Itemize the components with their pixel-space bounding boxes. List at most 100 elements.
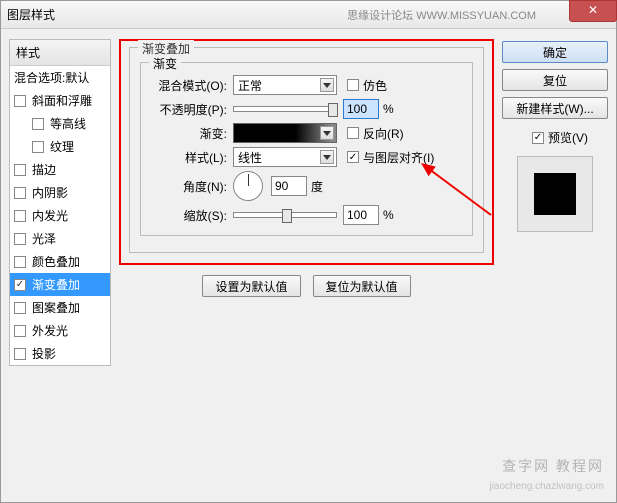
reset-default-button[interactable]: 复位为默认值 [313,275,411,297]
style-label: 图案叠加 [32,299,80,316]
style-item-patternoverlay[interactable]: 图案叠加 [10,296,110,319]
chevron-down-icon [320,126,334,140]
style-item-texture[interactable]: 纹理 [10,135,110,158]
style-value: 线性 [238,149,262,166]
opacity-row: 不透明度(P): 100 % [151,99,462,119]
percent-unit: % [383,208,394,222]
style-label: 投影 [32,345,56,362]
style-row: 样式(L): 线性 与图层对齐(I) [151,147,462,167]
styles-list: 样式 混合选项:默认 斜面和浮雕 等高线 纹理 描边 内阴影 内发光 光泽 颜色… [9,39,111,366]
blend-mode-row: 混合模式(O): 正常 仿色 [151,75,462,95]
styles-sidebar: 样式 混合选项:默认 斜面和浮雕 等高线 纹理 描边 内阴影 内发光 光泽 颜色… [9,39,111,494]
cancel-button[interactable]: 复位 [502,69,608,91]
make-default-button[interactable]: 设置为默认值 [202,275,300,297]
checkbox[interactable] [14,164,26,176]
style-label: 渐变叠加 [32,276,80,293]
checkbox[interactable] [14,95,26,107]
style-item-dropshadow[interactable]: 投影 [10,342,110,365]
blending-options-item[interactable]: 混合选项:默认 [10,66,110,89]
chevron-down-icon [320,78,334,92]
reverse-label: 反向(R) [363,125,404,142]
style-item-innerglow[interactable]: 内发光 [10,204,110,227]
blending-label: 混合选项:默认 [14,69,89,86]
checkbox[interactable] [14,302,26,314]
align-label: 与图层对齐(I) [363,149,434,166]
scale-row: 缩放(S): 100 % [151,205,462,225]
style-label: 样式(L): [151,149,227,166]
checkbox[interactable] [32,141,44,153]
default-buttons-row: 设置为默认值 复位为默认值 [119,275,494,297]
scale-input[interactable]: 100 [343,205,379,225]
style-item-gradientoverlay[interactable]: 渐变叠加 [10,273,110,296]
blend-mode-label: 混合模式(O): [151,77,227,94]
style-label: 等高线 [50,115,86,132]
dither-checkbox[interactable] [347,79,359,91]
style-label: 内发光 [32,207,68,224]
style-label: 斜面和浮雕 [32,92,92,109]
ok-button[interactable]: 确定 [502,41,608,63]
style-label: 内阴影 [32,184,68,201]
right-panel: 确定 复位 新建样式(W)... 预览(V) [502,39,608,494]
preview-label: 预览(V) [548,129,588,146]
titlebar: 图层样式 思缘设计论坛 WWW.MISSYUAN.COM ✕ [1,1,616,29]
preview-checkbox[interactable] [532,132,544,144]
style-item-bevel[interactable]: 斜面和浮雕 [10,89,110,112]
watermark-url: jiaocheng.chaziwang.com [489,481,604,492]
highlight-box: 渐变叠加 渐变 混合模式(O): 正常 仿色 [119,39,494,265]
preview-row: 预览(V) [502,129,608,146]
style-item-outerglow[interactable]: 外发光 [10,319,110,342]
style-label: 外发光 [32,322,68,339]
style-item-innershadow[interactable]: 内阴影 [10,181,110,204]
align-checkbox[interactable] [347,151,359,163]
angle-row: 角度(N): 90 度 [151,171,462,201]
style-label: 描边 [32,161,56,178]
watermark: 查字网 教程网 [502,456,604,476]
opacity-slider[interactable] [233,106,337,112]
gradient-group: 渐变 混合模式(O): 正常 仿色 不透明度(P): [140,62,473,236]
checkbox[interactable] [14,233,26,245]
gradient-overlay-group: 渐变叠加 渐变 混合模式(O): 正常 仿色 [129,47,484,253]
gradient-label: 渐变: [151,125,227,142]
checkbox[interactable] [14,325,26,337]
style-item-stroke[interactable]: 描边 [10,158,110,181]
percent-unit: % [383,102,394,116]
slider-thumb[interactable] [328,103,338,117]
angle-input[interactable]: 90 [271,176,307,196]
opacity-input[interactable]: 100 [343,99,379,119]
close-button[interactable]: ✕ [569,0,617,22]
blend-mode-select[interactable]: 正常 [233,75,337,95]
preview-box [517,156,593,232]
new-style-button[interactable]: 新建样式(W)... [502,97,608,119]
style-item-contour[interactable]: 等高线 [10,112,110,135]
styles-header: 样式 [10,40,110,66]
checkbox[interactable] [14,210,26,222]
checkbox[interactable] [14,279,26,291]
window-title: 图层样式 [7,6,55,23]
dialog-body: 样式 混合选项:默认 斜面和浮雕 等高线 纹理 描边 内阴影 内发光 光泽 颜色… [1,29,616,502]
gradient-swatch[interactable] [233,123,337,143]
scale-slider[interactable] [233,212,337,218]
close-icon: ✕ [588,3,598,17]
window-subtitle: 思缘设计论坛 WWW.MISSYUAN.COM [347,7,536,23]
blend-mode-value: 正常 [238,77,262,94]
style-label: 纹理 [50,138,74,155]
style-item-satin[interactable]: 光泽 [10,227,110,250]
checkbox[interactable] [14,348,26,360]
slider-thumb[interactable] [282,209,292,223]
main-panel: 渐变叠加 渐变 混合模式(O): 正常 仿色 [111,39,502,494]
checkbox[interactable] [14,187,26,199]
opacity-label: 不透明度(P): [151,101,227,118]
style-item-coloroverlay[interactable]: 颜色叠加 [10,250,110,273]
inner-title: 渐变 [149,55,181,72]
reverse-checkbox[interactable] [347,127,359,139]
angle-unit: 度 [311,178,323,195]
scale-label: 缩放(S): [151,207,227,224]
gradient-row: 渐变: 反向(R) [151,123,462,143]
style-select[interactable]: 线性 [233,147,337,167]
angle-dial[interactable] [233,171,263,201]
style-label: 颜色叠加 [32,253,80,270]
angle-label: 角度(N): [151,178,227,195]
checkbox[interactable] [32,118,44,130]
style-label: 光泽 [32,230,56,247]
checkbox[interactable] [14,256,26,268]
